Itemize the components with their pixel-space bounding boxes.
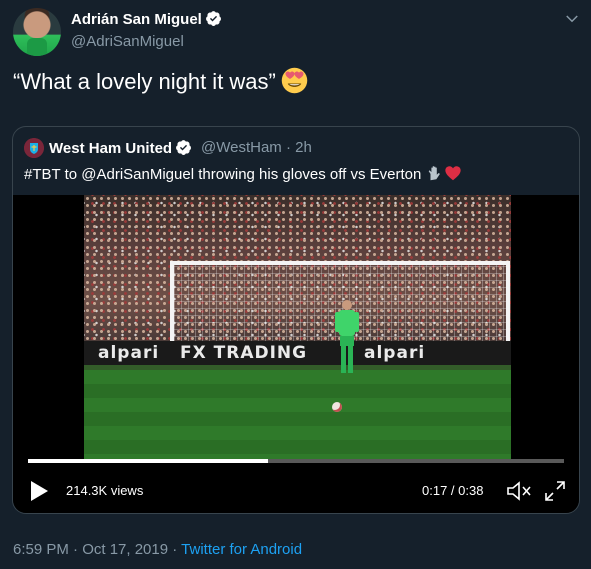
goalkeeper-image xyxy=(335,300,359,373)
video-progress-fill xyxy=(28,459,268,463)
heart-eyes-emoji-icon xyxy=(281,67,308,94)
west-ham-crest-icon xyxy=(24,138,44,158)
video-frame[interactable]: alpari FX TRADING alpari xyxy=(84,195,511,459)
verified-badge-icon xyxy=(205,11,221,26)
fullscreen-icon[interactable] xyxy=(543,479,567,503)
quoted-text-body: #TBT to @AdriSanMiguel throwing his glov… xyxy=(24,166,422,183)
advertising-board: alpari FX TRADING alpari xyxy=(84,341,511,365)
quoted-text: #TBT to @AdriSanMiguel throwing his glov… xyxy=(24,164,462,183)
tweet-text-body: “What a lovely night it was” xyxy=(13,69,276,94)
board-text-left: alpari xyxy=(98,343,160,363)
football-image xyxy=(332,402,342,412)
tweet-meta: 6:59 PM · Oct 17, 2019 · Twitter for And… xyxy=(13,541,302,558)
verified-badge-icon xyxy=(176,140,192,155)
author-handle[interactable]: @AdriSanMiguel xyxy=(71,33,184,50)
quoted-author-handle[interactable]: @WestHam · 2h xyxy=(201,139,312,156)
view-count: 214.3K views xyxy=(66,483,144,498)
video-player[interactable]: alpari FX TRADING alpari 214.3K views 0:… xyxy=(13,195,579,513)
video-time: 0:17 / 0:38 xyxy=(422,483,484,498)
quoted-author-name[interactable]: West Ham United xyxy=(49,139,192,157)
video-progress-bar[interactable] xyxy=(28,459,564,463)
author-avatar[interactable] xyxy=(13,8,61,56)
chevron-down-icon[interactable] xyxy=(563,10,581,28)
tweet-timestamp[interactable]: 6:59 PM · Oct 17, 2019 · xyxy=(13,541,181,558)
tweet: Adrián San Miguel @AdriSanMiguel “What a… xyxy=(0,0,591,569)
quoted-avatar[interactable] xyxy=(24,138,44,158)
quoted-tweet[interactable]: West Ham United @WestHam · 2h #TBT to @A… xyxy=(12,126,580,514)
play-icon[interactable] xyxy=(28,479,50,503)
tweet-source-link[interactable]: Twitter for Android xyxy=(181,541,302,558)
author-name[interactable]: Adrián San Miguel xyxy=(71,10,222,28)
glove-emoji-icon xyxy=(428,166,440,181)
board-text-mid: FX TRADING xyxy=(180,343,308,363)
author-name-text: Adrián San Miguel xyxy=(71,11,202,28)
board-text-right: alpari xyxy=(364,343,426,363)
red-heart-emoji-icon xyxy=(444,166,461,181)
tweet-text: “What a lovely night it was” xyxy=(13,67,308,95)
mute-icon[interactable] xyxy=(506,479,532,503)
quoted-author-name-text: West Ham United xyxy=(49,140,173,157)
pitch-image xyxy=(84,370,511,459)
